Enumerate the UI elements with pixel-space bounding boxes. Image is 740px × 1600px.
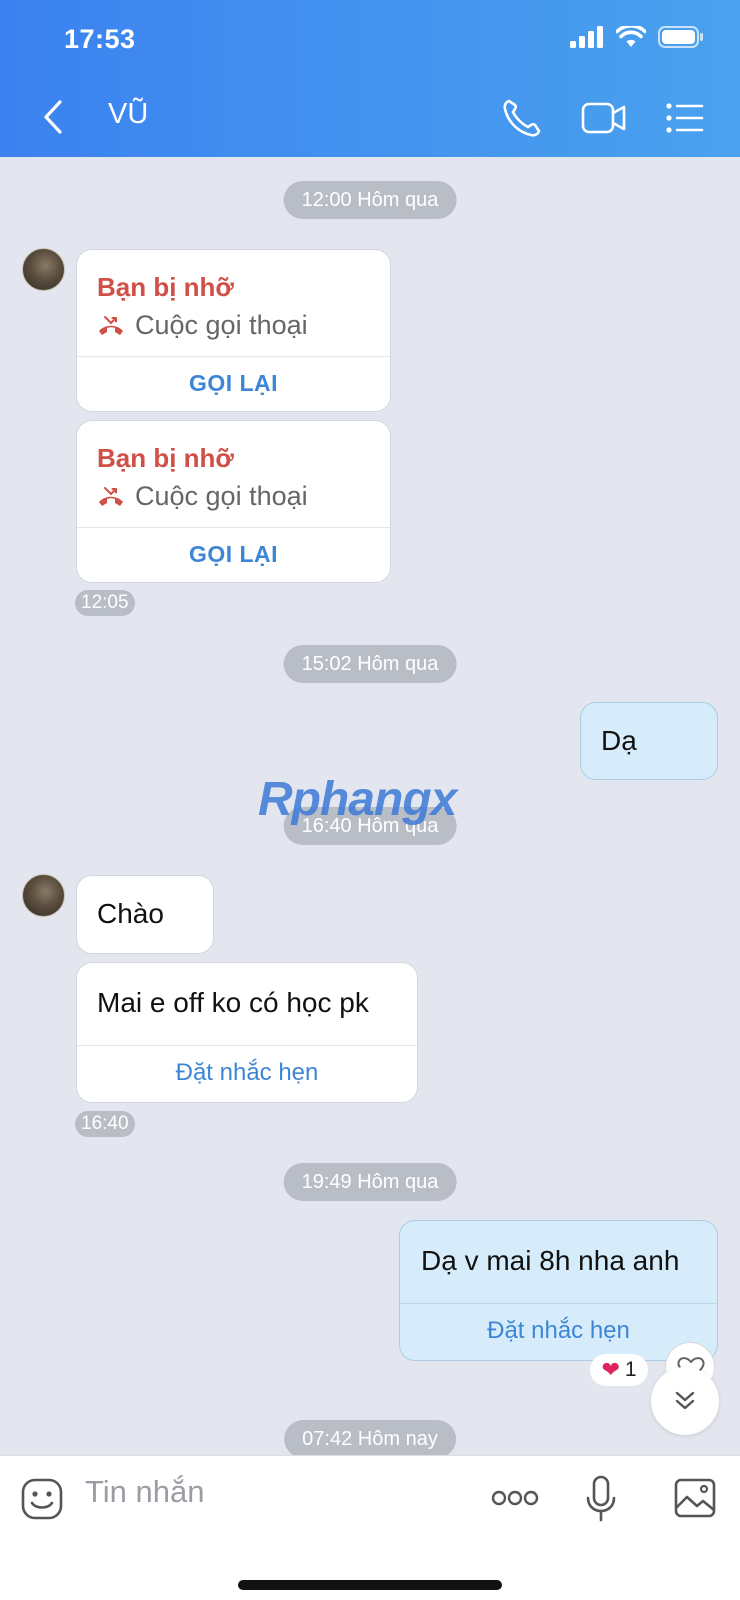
message-text: Dạ — [601, 725, 637, 756]
missed-call-title: Bạn bị nhỡ — [97, 272, 234, 302]
double-chevron-down-icon — [675, 1391, 695, 1410]
received-message-bubble[interactable]: Mai e off ko có học pk Đặt nhắc hẹn — [76, 962, 418, 1103]
scroll-to-bottom-button[interactable] — [651, 1367, 719, 1435]
avatar[interactable] — [22, 248, 65, 291]
missed-call-icon — [99, 486, 123, 506]
contact-name[interactable]: VŨ — [108, 98, 148, 131]
time-separator: 19:49 Hôm qua — [283, 1163, 457, 1201]
video-call-icon[interactable] — [580, 96, 628, 140]
missed-call-card: Bạn bị nhỡ Cuộc gọi thoại GỌI LẠI — [76, 420, 391, 583]
watermark: Rphangx — [258, 773, 457, 826]
time-separator: 07:42 Hôm nay — [284, 1420, 456, 1458]
divider — [77, 1045, 417, 1046]
menu-icon[interactable] — [665, 96, 705, 140]
signal-icon — [570, 26, 603, 48]
heart-icon: ❤ — [601, 1357, 620, 1382]
callback-button[interactable]: GỌI LẠI — [77, 541, 390, 568]
time-separator: 12:00 Hôm qua — [283, 181, 457, 219]
callback-button[interactable]: GỌI LẠI — [77, 370, 390, 397]
time-separator: 15:02 Hôm qua — [283, 645, 457, 683]
status-time: 17:53 — [64, 24, 136, 54]
sticker-icon[interactable] — [20, 1477, 64, 1521]
phone-icon[interactable] — [500, 96, 544, 140]
set-reminder-button[interactable]: Đặt nhắc hẹn — [77, 1059, 417, 1087]
set-reminder-button[interactable]: Đặt nhắc hẹn — [400, 1317, 717, 1345]
reaction-badge[interactable]: ❤ 1 — [590, 1354, 648, 1386]
chat-header: 17:53 VŨ — [0, 0, 740, 157]
received-message-bubble[interactable]: Chào — [76, 875, 214, 954]
divider — [77, 356, 390, 357]
battery-icon — [658, 26, 703, 48]
message-input[interactable]: Tin nhắn — [85, 1474, 205, 1510]
status-icons — [570, 26, 704, 48]
missed-call-title: Bạn bị nhỡ — [97, 443, 234, 473]
divider — [400, 1303, 717, 1304]
missed-call-subtitle: Cuộc gọi thoại — [97, 310, 308, 341]
divider — [77, 527, 390, 528]
microphone-icon[interactable] — [584, 1474, 618, 1524]
image-gallery-icon[interactable] — [673, 1477, 717, 1519]
home-indicator — [238, 1580, 502, 1590]
message-text: Dạ v mai 8h nha anh — [421, 1245, 680, 1276]
missed-call-subtitle-text: Cuộc gọi thoại — [135, 310, 308, 340]
message-time: 12:05 — [75, 590, 135, 616]
missed-call-icon — [99, 315, 123, 335]
message-text: Mai e off ko có học pk — [97, 987, 369, 1018]
sent-message-bubble[interactable]: Dạ v mai 8h nha anh Đặt nhắc hẹn — [399, 1220, 718, 1361]
message-text: Chào — [97, 898, 164, 929]
back-icon[interactable] — [38, 98, 68, 136]
reaction-count: 1 — [624, 1358, 637, 1381]
message-time: 16:40 — [75, 1111, 135, 1137]
more-options-icon[interactable] — [491, 1486, 539, 1510]
avatar[interactable] — [22, 874, 65, 917]
sent-message-bubble[interactable]: Dạ — [580, 702, 718, 780]
message-input-bar: Tin nhắn — [0, 1455, 740, 1600]
missed-call-subtitle: Cuộc gọi thoại — [97, 481, 308, 512]
missed-call-subtitle-text: Cuộc gọi thoại — [135, 481, 308, 511]
missed-call-card: Bạn bị nhỡ Cuộc gọi thoại GỌI LẠI — [76, 249, 391, 412]
wifi-icon — [616, 26, 646, 47]
